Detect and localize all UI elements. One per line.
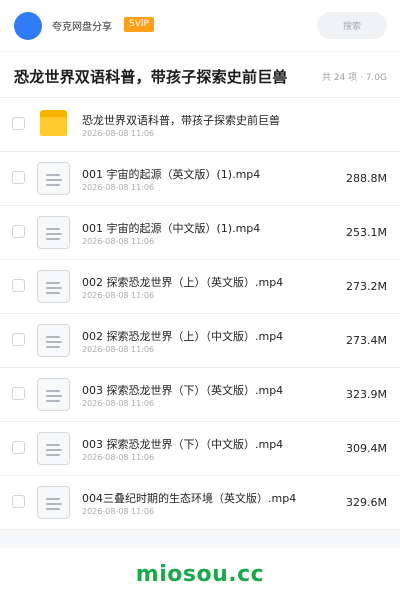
share-title-bar: 恐龙世界双语科普，带孩子探索史前巨兽 共 24 项 · 7.0G xyxy=(0,52,400,98)
select-checkbox[interactable] xyxy=(12,441,25,454)
list-item-file[interactable]: 002 探索恐龙世界（上）（中文版）.mp4 2026-08-08 11:06 … xyxy=(0,314,400,368)
search-button[interactable]: 搜索 xyxy=(317,12,387,39)
item-date: 2026-08-08 11:06 xyxy=(82,291,155,300)
video-file-icon xyxy=(37,432,70,465)
item-date: 2026-08-08 11:06 xyxy=(82,453,155,462)
item-name: 002 探索恐龙世界（上）（英文版）.mp4 xyxy=(82,276,284,289)
video-file-icon xyxy=(37,216,70,249)
item-size: 323.9M xyxy=(346,388,387,401)
item-name: 004三叠纪时期的生态环境（英文版）.mp4 xyxy=(82,492,297,505)
item-date: 2026-08-08 11:06 xyxy=(82,399,155,408)
item-size: 309.4M xyxy=(346,442,387,455)
video-file-icon xyxy=(37,162,70,195)
item-date: 2026-08-08 11:06 xyxy=(82,183,155,192)
select-checkbox[interactable] xyxy=(12,333,25,346)
item-size: 329.6M xyxy=(346,496,387,509)
footer: miosou.cc xyxy=(0,548,400,600)
item-size: 273.4M xyxy=(346,334,387,347)
site-watermark: miosou.cc xyxy=(135,561,265,587)
item-date: 2026-08-08 11:06 xyxy=(82,507,155,516)
list-item-folder[interactable]: 恐龙世界双语科普，带孩子探索史前巨兽 2026-08-08 11:06 xyxy=(0,98,400,152)
item-name: 恐龙世界双语科普，带孩子探索史前巨兽 xyxy=(82,114,280,127)
folder-icon xyxy=(37,108,70,141)
item-name: 001 宇宙的起源（英文版）(1).mp4 xyxy=(82,168,261,181)
item-size: 273.2M xyxy=(346,280,387,293)
list-item-file[interactable]: 003 探索恐龙世界（下）（中文版）.mp4 2026-08-08 11:06 … xyxy=(0,422,400,476)
video-file-icon xyxy=(37,270,70,303)
list-item-file[interactable]: 004三叠纪时期的生态环境（英文版）.mp4 2026-08-08 11:06 … xyxy=(0,476,400,530)
select-checkbox[interactable] xyxy=(12,225,25,238)
item-name: 003 探索恐龙世界（下）（英文版）.mp4 xyxy=(82,384,284,397)
video-file-icon xyxy=(37,378,70,411)
item-name: 001 宇宙的起源（中文版）(1).mp4 xyxy=(82,222,261,235)
page-title: 恐龙世界双语科普，带孩子探索史前巨兽 xyxy=(14,68,288,86)
list-item-file[interactable]: 003 探索恐龙世界（下）（英文版）.mp4 2026-08-08 11:06 … xyxy=(0,368,400,422)
item-name: 003 探索恐龙世界（下）（中文版）.mp4 xyxy=(82,438,284,451)
item-size: 288.8M xyxy=(346,172,387,185)
item-date: 2026-08-08 11:06 xyxy=(82,345,155,354)
list-item-file[interactable]: 001 宇宙的起源（中文版）(1).mp4 2026-08-08 11:06 2… xyxy=(0,206,400,260)
avatar[interactable] xyxy=(14,12,42,40)
app-header: 夸克网盘分享 SVIP 搜索 xyxy=(0,0,400,52)
item-count-size: 共 24 项 · 7.0G xyxy=(321,73,387,83)
select-checkbox[interactable] xyxy=(12,279,25,292)
video-file-icon xyxy=(37,324,70,357)
item-date: 2026-08-08 11:06 xyxy=(82,129,155,138)
item-size: 253.1M xyxy=(346,226,387,239)
brand-name: 夸克网盘分享 xyxy=(52,22,112,33)
list-item-file[interactable]: 002 探索恐龙世界（上）（英文版）.mp4 2026-08-08 11:06 … xyxy=(0,260,400,314)
file-list: 恐龙世界双语科普，带孩子探索史前巨兽 2026-08-08 11:06 001 … xyxy=(0,98,400,530)
video-file-icon xyxy=(37,486,70,519)
select-checkbox[interactable] xyxy=(12,171,25,184)
item-date: 2026-08-08 11:06 xyxy=(82,237,155,246)
select-checkbox[interactable] xyxy=(12,117,25,130)
svip-badge: SVIP xyxy=(124,17,154,32)
item-name: 002 探索恐龙世界（上）（中文版）.mp4 xyxy=(82,330,284,343)
select-checkbox[interactable] xyxy=(12,495,25,508)
list-item-file[interactable]: 001 宇宙的起源（英文版）(1).mp4 2026-08-08 11:06 2… xyxy=(0,152,400,206)
select-checkbox[interactable] xyxy=(12,387,25,400)
search-label: 搜索 xyxy=(342,22,361,32)
